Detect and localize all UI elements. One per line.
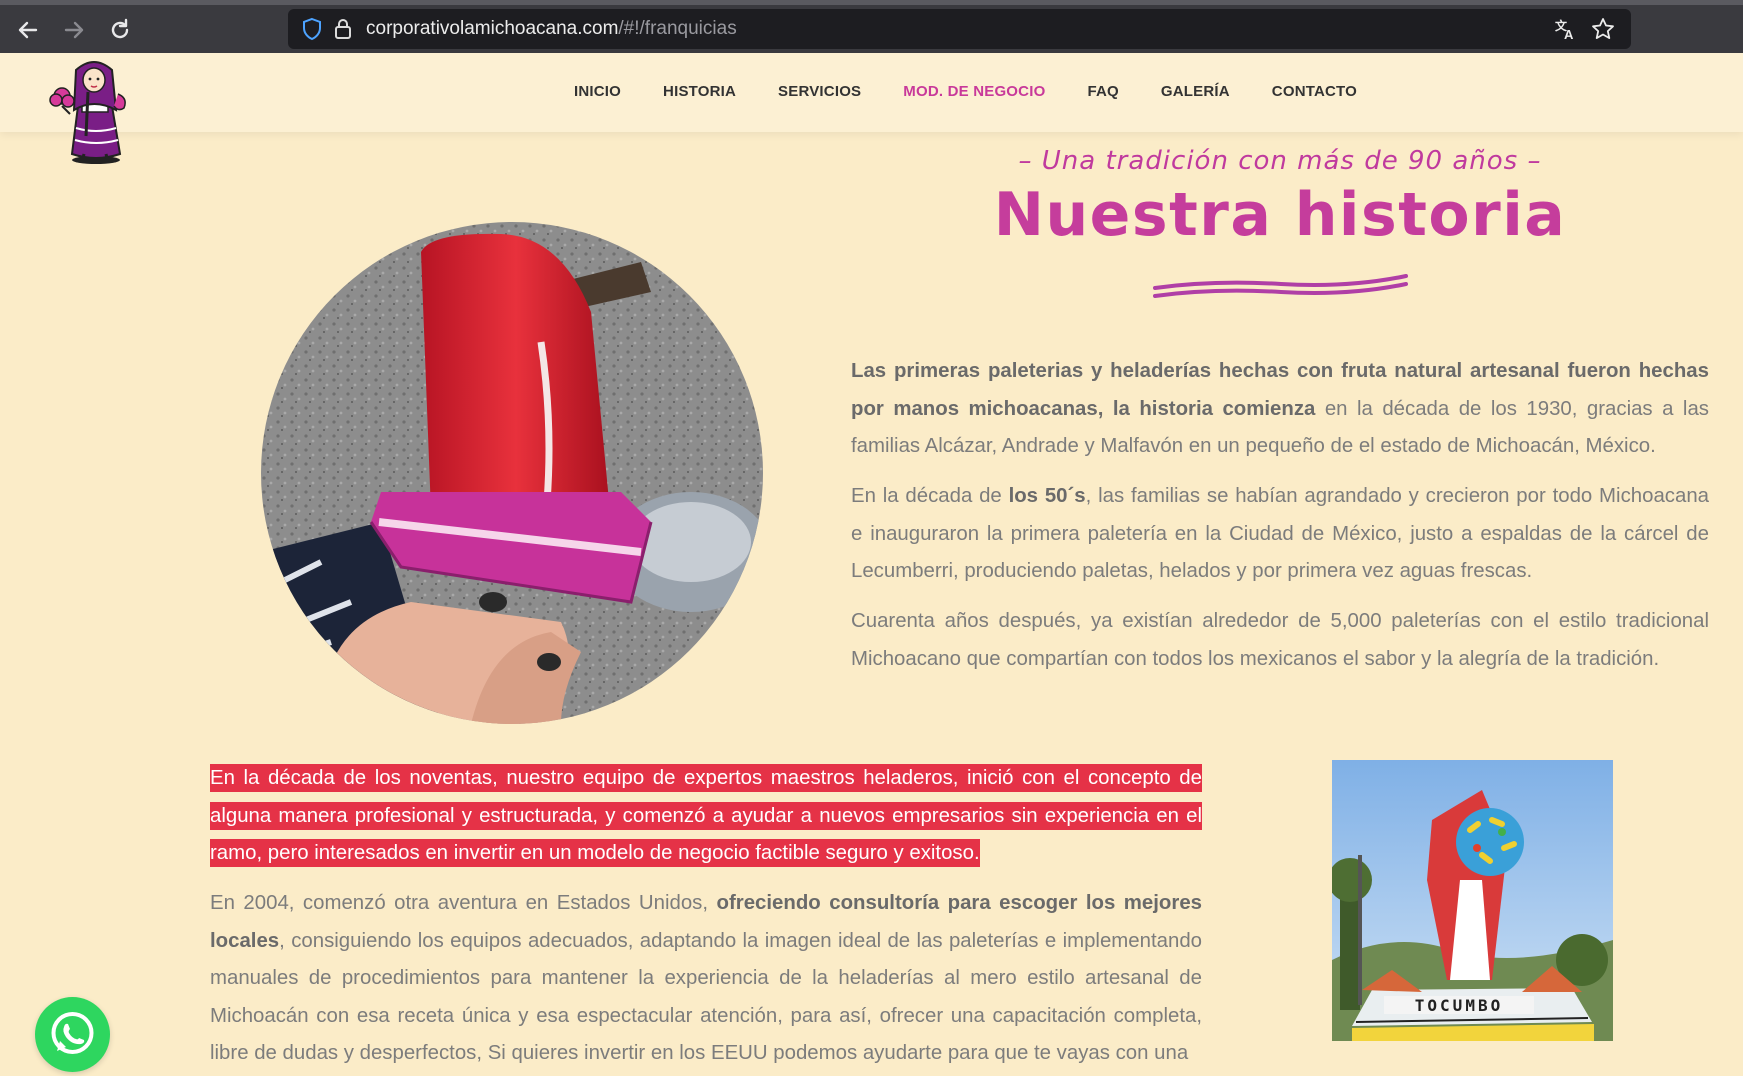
history-p5-rest: , consiguiendo los equipos adecuados, ad… [210, 929, 1202, 1065]
decorative-wave-divider [1153, 274, 1408, 298]
shield-icon[interactable] [300, 17, 324, 41]
bookmark-star-icon[interactable] [1589, 15, 1617, 43]
tocumbo-monument-photo: TOCUMBO [1332, 760, 1613, 1041]
whatsapp-chat-button[interactable] [35, 997, 110, 1072]
nav-link-galería[interactable]: GALERÍA [1161, 83, 1230, 100]
url-path: /#!/franquicias [618, 18, 737, 39]
nav-link-mod-de-negocio[interactable]: MOD. DE NEGOCIO [903, 83, 1045, 100]
svg-text:A: A [1564, 27, 1574, 42]
address-bar[interactable]: corporativolamichoacana.com/#!/franquici… [288, 9, 1631, 49]
lock-icon[interactable] [332, 17, 354, 41]
history-paragraph-5: En 2004, comenzó otra aventura en Estado… [210, 885, 1202, 1073]
section-title: Nuestra historia [993, 180, 1567, 250]
section-tagline: – Una tradición con más de 90 años – [1018, 146, 1542, 176]
nav-link-servicios[interactable]: SERVICIOS [778, 83, 861, 100]
translate-icon[interactable]: 文A [1553, 16, 1579, 42]
nav-link-contacto[interactable]: CONTACTO [1272, 83, 1357, 100]
main-navigation: INICIO HISTORIA SERVICIOS MOD. DE NEGOCIO FA… [574, 83, 1399, 100]
url-host: corporativolamichoacana.com [366, 18, 619, 39]
reload-icon[interactable] [106, 16, 134, 44]
la-michoacana-logo[interactable] [48, 58, 140, 166]
history-p5-start: En 2004, comenzó otra aventura en Estado… [210, 892, 717, 914]
browser-toolbar: corporativolamichoacana.com/#!/franquici… [0, 0, 1743, 53]
history-paragraph-2: En la década de los 50´s, las familias s… [851, 478, 1709, 591]
url-text[interactable]: corporativolamichoacana.com/#!/franquici… [366, 18, 737, 40]
whatsapp-icon [51, 1012, 94, 1054]
history-p2-bold: los 50´s [1008, 485, 1086, 507]
back-arrow-icon[interactable] [14, 16, 42, 44]
history-paragraph-4: En la década de los noventas, nuestro eq… [210, 760, 1202, 873]
nav-link-historia[interactable]: HISTORIA [663, 83, 736, 100]
popsicle-photo [261, 222, 763, 724]
nav-link-inicio[interactable]: INICIO [574, 83, 621, 100]
history-paragraph-3: Cuarenta años después, ya existían alred… [851, 610, 1709, 670]
history-paragraph-1: Las primeras paleterias y heladerías hec… [851, 353, 1709, 466]
monument-sign-text: TOCUMBO [1415, 996, 1503, 1015]
nav-link-faq[interactable]: FAQ [1087, 83, 1118, 100]
site-header: INICIO HISTORIA SERVICIOS MOD. DE NEGOCIO FA… [0, 53, 1743, 132]
history-p2-start: En la década de [851, 485, 1009, 507]
highlighted-text: En la década de los noventas, nuestro eq… [210, 764, 1202, 867]
forward-arrow-icon[interactable] [60, 16, 88, 44]
